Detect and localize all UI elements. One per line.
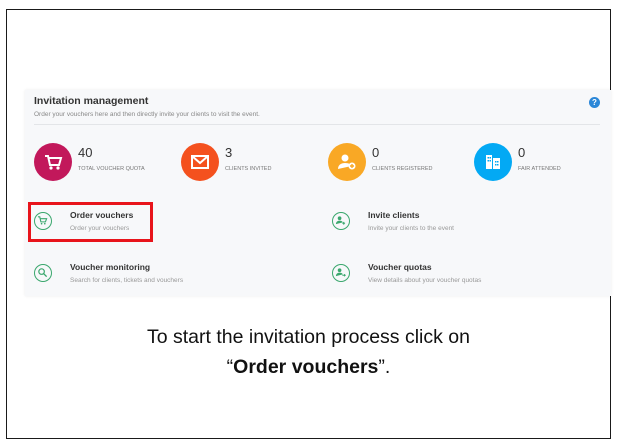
action-name[interactable]: Voucher quotas xyxy=(368,262,432,272)
action-desc: Search for clients, tickets and vouchers xyxy=(70,277,184,284)
instruction-caption: To start the invitation process click on… xyxy=(6,322,611,382)
stat-value: 40 xyxy=(78,145,93,160)
envelope-icon xyxy=(191,155,209,169)
order-vouchers-highlight xyxy=(28,202,153,242)
stat-value: 0 xyxy=(372,145,380,160)
panel-title: Invitation management xyxy=(34,95,149,107)
action-name[interactable]: Voucher monitoring xyxy=(70,262,150,272)
stat-label: FAIR ATTENDED xyxy=(518,166,561,172)
action-name[interactable]: Invite clients xyxy=(368,210,420,220)
stat-value: 0 xyxy=(518,145,526,160)
search-icon xyxy=(38,268,48,278)
caption-line-1: To start the invitation process click on xyxy=(147,326,470,348)
stat-label: CLIENTS INVITED xyxy=(225,166,272,172)
user-add-icon xyxy=(338,154,356,170)
action-ring xyxy=(332,212,350,230)
caption-close-quote: ”. xyxy=(378,356,391,378)
action-desc: Invite your clients to the event xyxy=(368,225,454,232)
stat-value: 3 xyxy=(225,145,233,160)
cart-icon xyxy=(45,155,63,170)
user-add-icon xyxy=(335,216,346,225)
help-icon[interactable]: ? xyxy=(589,97,600,108)
panel-subtitle: Order your vouchers here and then direct… xyxy=(34,111,260,118)
stat-label: TOTAL VOUCHER QUOTA xyxy=(78,166,145,172)
panel-divider xyxy=(34,124,600,125)
action-ring xyxy=(332,264,350,282)
stat-label: CLIENTS REGISTERED xyxy=(372,166,433,172)
user-share-icon xyxy=(335,268,346,277)
caption-bold-text: Order vouchers xyxy=(233,356,379,378)
action-ring xyxy=(34,264,52,282)
building-icon xyxy=(486,155,500,169)
caption-line-2: “Order vouchers”. xyxy=(6,352,611,382)
action-desc: View details about your voucher quotas xyxy=(368,277,482,284)
